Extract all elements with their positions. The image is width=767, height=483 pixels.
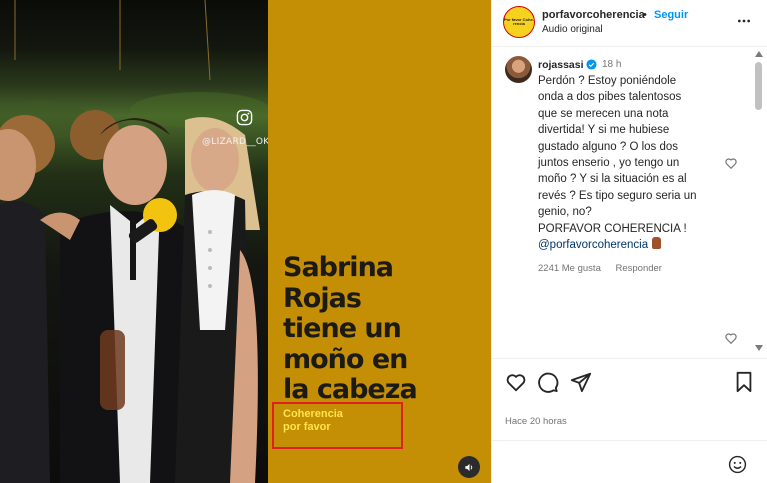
scroll-thumb[interactable] <box>755 62 762 110</box>
separator-dot: • <box>643 9 647 21</box>
headline-line: Sabrina <box>283 252 394 283</box>
follow-button[interactable]: Seguir <box>654 9 688 21</box>
instagram-icon <box>236 109 253 126</box>
subtitle-line: Coherencia <box>283 408 343 420</box>
avatar-brand-text: Por favor Cohe-rencia <box>504 16 535 26</box>
scroll-down-arrow-icon[interactable] <box>755 345 763 351</box>
comments-scrollbar[interactable] <box>753 48 763 356</box>
comment-likes[interactable]: 2241 Me gusta <box>538 263 601 274</box>
comment-time[interactable]: 18 h <box>602 59 621 70</box>
avatar[interactable]: Por favor Cohe-rencia <box>503 6 535 38</box>
headline-line: tiene un <box>283 313 402 344</box>
comment-line: divertida! Y si me hubiese <box>538 124 670 137</box>
subtitle-line: por favor <box>283 421 331 433</box>
comments-list: rojassasi 18 h Perdón ? Estoy poniéndole… <box>492 48 767 356</box>
comment-line: PORFAVOR COHERENCIA ! <box>538 222 687 235</box>
photo-scene: @LIZARD__OK <box>0 0 268 483</box>
comment-bubble-icon[interactable] <box>537 371 559 393</box>
comment-like-heart-icon[interactable] <box>724 156 738 170</box>
headline: Sabrina Rojas tiene un moño en la cabeza <box>283 252 483 406</box>
post-media[interactable]: @LIZARD__OK Sabrina Rojas tiene un moño … <box>0 0 491 483</box>
audio-label[interactable]: Audio original <box>542 24 603 35</box>
headline-line: la cabeza <box>283 374 418 405</box>
comment-text: Perdón ? Estoy poniéndole onda a dos pib… <box>538 73 724 253</box>
post-username[interactable]: porfavorcoherencia <box>542 9 645 21</box>
verified-badge-icon <box>586 59 597 70</box>
headline-line: Rojas <box>283 282 362 314</box>
sound-button[interactable] <box>458 456 480 478</box>
next-comment-heart-icon[interactable] <box>724 331 738 345</box>
more-horizontal-icon[interactable] <box>736 13 752 29</box>
paper-plane-icon[interactable] <box>570 371 592 393</box>
post-sidebar: Por favor Cohe-rencia porfavorcoherencia… <box>491 0 767 483</box>
heart-icon[interactable] <box>505 371 527 393</box>
comment-username[interactable]: rojassasi <box>538 59 584 71</box>
comment-reply-button[interactable]: Responder <box>616 263 662 274</box>
smiley-icon[interactable] <box>728 455 747 474</box>
photo-credit: @LIZARD__OK <box>202 137 268 147</box>
comment-mention-link[interactable]: @porfavorcoherencia <box>538 239 648 251</box>
post-header: Por favor Cohe-rencia porfavorcoherencia… <box>492 0 767 47</box>
comment-line: genio, no? <box>538 206 592 219</box>
post-time-ago[interactable]: Hace 20 horas <box>505 416 567 427</box>
bookmark-icon[interactable] <box>733 371 755 393</box>
people-illustration <box>0 0 268 483</box>
comment-mention-line: @porfavorcoherencia <box>538 237 724 253</box>
divider <box>492 440 767 441</box>
headline-line: moño en <box>283 343 408 375</box>
comment-line: onda a dos pibes talentosos <box>538 91 682 104</box>
subtitle: Coherencia por favor <box>283 408 343 434</box>
comment-avatar[interactable] <box>505 56 532 83</box>
comment-line: que se merecen una nota <box>538 107 669 120</box>
comment-line: Perdón ? Estoy poniéndole <box>538 75 677 87</box>
scroll-up-arrow-icon[interactable] <box>755 51 763 57</box>
post-actions <box>492 358 767 406</box>
speaker-icon <box>464 463 472 471</box>
comment-line: revés ? Es tipo seguro seria un <box>538 189 697 202</box>
comment-line: gustado alguno ? O los dos <box>538 140 679 153</box>
middle-finger-emoji-icon <box>652 237 662 250</box>
comment-meta: 2241 Me gusta Responder <box>538 263 674 274</box>
comment-line: juntos enserio , yo tengo un <box>538 157 680 170</box>
comment-line: moño ? Y si la situación es al <box>538 173 687 186</box>
